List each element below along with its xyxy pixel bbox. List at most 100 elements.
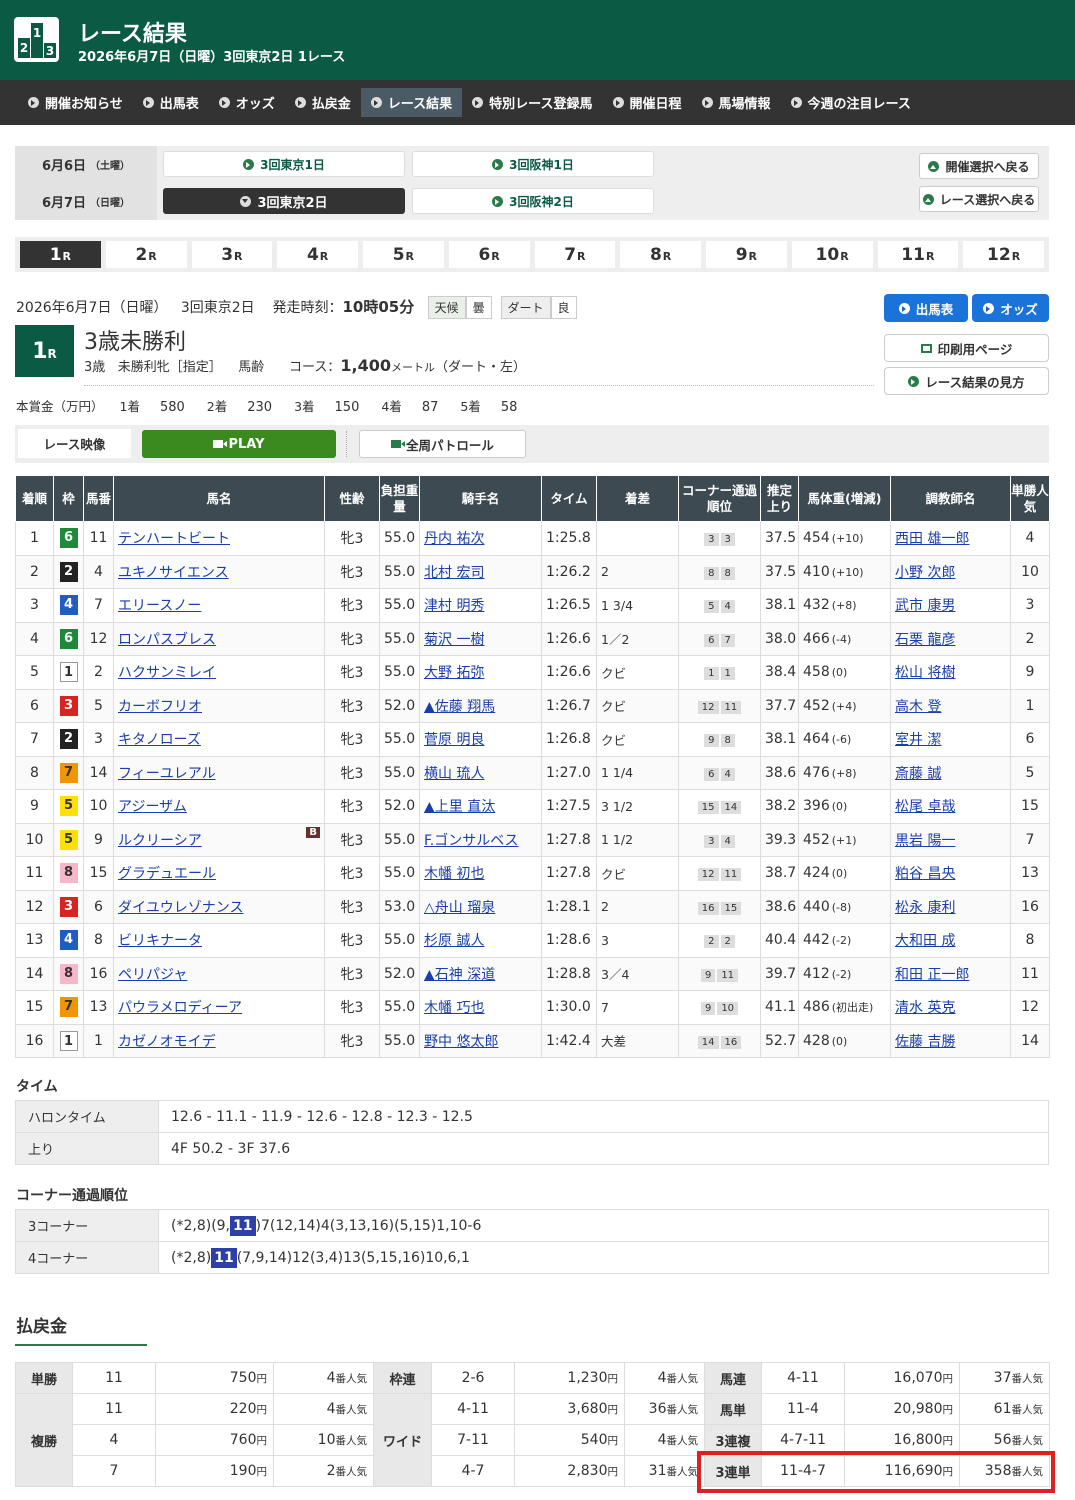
nav-item-8[interactable]: 今週の注目レース <box>781 88 921 117</box>
jockey-link[interactable]: 菊沢 一樹 <box>424 632 484 648</box>
jockey-link[interactable]: △舟山 瑠泉 <box>424 900 495 916</box>
corner-positions: 54 <box>704 600 735 614</box>
jockey-link[interactable]: 丹内 祐次 <box>424 531 484 547</box>
trainer-link[interactable]: 和田 正一郎 <box>895 967 969 983</box>
print-page-button[interactable]: 印刷用ページ <box>884 334 1049 362</box>
jockey-link[interactable]: 杉原 誠人 <box>424 933 484 949</box>
race-tab-5[interactable]: 5R <box>363 241 444 268</box>
main-nav: 開催お知らせ 出馬表 オッズ 払戻金 レース結果 特別レース登録馬 開催日程 馬場情報 今週の注… <box>0 80 1075 125</box>
odds-button[interactable]: オッズ <box>972 294 1049 322</box>
trainer-link[interactable]: 斎藤 誠 <box>895 766 941 782</box>
jockey-link[interactable]: 木幡 初也 <box>424 866 484 882</box>
horse-link[interactable]: パウラメロディーア <box>118 1000 242 1016</box>
waku-badge: 6 <box>59 528 78 549</box>
jockey-link[interactable]: 野中 悠太郎 <box>424 1034 498 1050</box>
trainer-link[interactable]: 大和田 成 <box>895 933 955 949</box>
trainer-link[interactable]: 松尾 卓哉 <box>895 799 955 815</box>
play-video-button[interactable]: PLAY <box>142 430 336 458</box>
trainer-link[interactable]: 黒岩 陽一 <box>895 833 955 849</box>
race-tab-10[interactable]: 10 R <box>791 241 873 268</box>
back-to-meet-button[interactable]: 開催選択へ戻る <box>919 153 1039 179</box>
trainer-link[interactable]: 松永 康利 <box>895 900 955 916</box>
horse-link[interactable]: ダイユウレゾナンス <box>118 900 243 916</box>
nav-item-6[interactable]: 開催日程 <box>603 88 692 117</box>
trainer-link[interactable]: 高木 登 <box>895 699 941 715</box>
nav-item-1[interactable]: 出馬表 <box>133 88 209 117</box>
nav-item-0[interactable]: 開催お知らせ <box>18 88 133 117</box>
nav-item-7[interactable]: 馬場情報 <box>692 88 781 117</box>
horse-link[interactable]: ルクリーシア <box>118 833 202 849</box>
jockey-link[interactable]: 北村 宏司 <box>424 565 484 581</box>
race-tab-7[interactable]: 7R <box>534 241 616 268</box>
trainer-link[interactable]: 松山 将樹 <box>895 665 955 681</box>
chevron-up-icon <box>928 160 940 172</box>
trainer-link[interactable]: 石栗 龍彦 <box>895 632 955 648</box>
trainer-link[interactable]: 小野 次郎 <box>895 565 955 581</box>
trainer-link[interactable]: 佐藤 吉勝 <box>895 1034 955 1050</box>
winner-highlight: 11 <box>211 1247 237 1268</box>
nav-item-5[interactable]: 特別レース登録馬 <box>462 88 602 117</box>
horse-link[interactable]: ビリキナータ <box>118 933 202 949</box>
meet-button[interactable]: 3回東京1日 <box>163 151 405 177</box>
jockey-link[interactable]: 津村 明秀 <box>424 598 484 614</box>
result-guide-button[interactable]: レース結果の見方 <box>884 367 1049 395</box>
horse-link[interactable]: アジーザム <box>118 799 187 815</box>
jockey-link[interactable]: ▲佐藤 翔馬 <box>424 699 495 715</box>
horse-link[interactable]: ロンパスブレス <box>118 632 216 648</box>
race-date: 2026年6月7日（日曜） <box>16 300 168 316</box>
patrol-video-button[interactable]: 全周パトロール <box>359 430 526 458</box>
jockey-link[interactable]: F.ゴンサルベス <box>424 833 519 849</box>
horse-link[interactable]: エリースノー <box>118 598 201 614</box>
jockey-link[interactable]: ▲石神 深道 <box>424 967 495 983</box>
meet-button[interactable]: 3回東京2日 <box>163 188 405 214</box>
waku-badge: 4 <box>59 930 78 951</box>
race-tab-9[interactable]: 9R <box>706 241 787 268</box>
page-title: レース結果 <box>78 22 187 47</box>
race-tab-6[interactable]: 6R <box>448 241 530 268</box>
col-header: 推定上り <box>760 475 799 522</box>
horse-link[interactable]: ペリパジャ <box>118 967 187 983</box>
jockey-link[interactable]: 横山 琉人 <box>424 766 484 782</box>
race-tab-12[interactable]: 12 R <box>963 241 1044 268</box>
horse-link[interactable]: キタノローズ <box>118 732 201 748</box>
race-tab-1[interactable]: 1R <box>20 241 101 268</box>
race-tab-11[interactable]: 11 R <box>877 241 959 268</box>
race-tab-2[interactable]: 2R <box>105 241 187 268</box>
trainer-link[interactable]: 室井 潔 <box>895 732 941 748</box>
nav-item-4[interactable]: レース結果 <box>360 88 463 117</box>
race-tab-4[interactable]: 4R <box>277 241 358 268</box>
horse-link[interactable]: カゼノオモイデ <box>118 1034 216 1050</box>
horse-link[interactable]: テンハートビート <box>118 531 230 547</box>
corner-positions: 9 10 <box>700 1002 739 1016</box>
horse-link[interactable]: グラデュエール <box>118 866 216 882</box>
col-header: 枠 <box>53 475 84 522</box>
horse-link[interactable]: フィーユレアル <box>118 766 216 782</box>
time-section-title: タイム <box>16 1079 58 1095</box>
meet-button[interactable]: 3回阪神1日 <box>412 151 654 177</box>
prize-money: 本賞金（万円） 1着 580 2着 230 3着 150 4着 87 5着 58 <box>16 399 518 415</box>
weather-value: 曇 <box>465 296 492 319</box>
back-to-race-button[interactable]: レース選択へ戻る <box>919 186 1039 212</box>
payout-row: 単勝 11 750円 4番人気 枠連 2-6 1,230円 4番人気 馬連 4-11 16,070円… <box>15 1362 1050 1394</box>
track-label: ダート <box>500 296 551 319</box>
trainer-link[interactable]: 清水 英克 <box>895 1000 955 1016</box>
horse-link[interactable]: ユキノサイエンス <box>118 565 229 581</box>
jockey-link[interactable]: ▲上里 直汰 <box>424 799 495 815</box>
jockey-link[interactable]: 大野 拓弥 <box>424 665 484 681</box>
meet-button[interactable]: 3回阪神2日 <box>412 188 654 214</box>
nav-item-2[interactable]: オッズ <box>209 88 285 117</box>
nav-item-3[interactable]: 払戻金 <box>285 88 361 117</box>
trainer-link[interactable]: 粕谷 昌央 <box>895 866 955 882</box>
shutuba-button[interactable]: 出馬表 <box>884 294 968 322</box>
trainer-link[interactable]: 武市 康男 <box>895 598 955 614</box>
jockey-link[interactable]: 木幡 巧也 <box>424 1000 484 1016</box>
horse-link[interactable]: カーボフリオ <box>118 699 202 715</box>
waku-badge: 7 <box>59 762 78 783</box>
race-tab-8[interactable]: 8R <box>620 241 701 268</box>
jockey-link[interactable]: 菅原 明良 <box>424 732 484 748</box>
horse-link[interactable]: ハクサンミレイ <box>118 665 216 681</box>
trainer-link[interactable]: 西田 雄一郎 <box>895 531 969 547</box>
corner-section-title: コーナー通過順位 <box>16 1188 128 1204</box>
col-header: 着差 <box>596 475 679 522</box>
race-tab-3[interactable]: 3R <box>191 241 273 268</box>
